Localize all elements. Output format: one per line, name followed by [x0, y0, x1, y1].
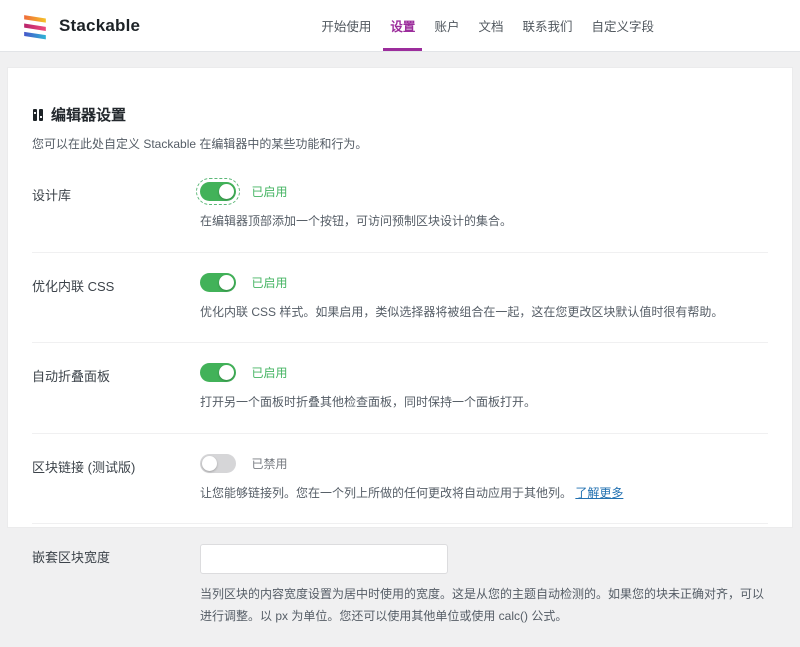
status-badge: 已禁用 — [251, 456, 288, 471]
setting-control: 已启用 在编辑器顶部添加一个按钮，可访问预制区块设计的集合。 — [196, 178, 768, 233]
setting-row-design-library: 设计库 已启用 在编辑器顶部添加一个按钮，可访问预制区块设计的集合。 — [32, 162, 768, 253]
nav-item-settings[interactable]: 设置 — [383, 0, 423, 51]
setting-label: 嵌套区块宽度 — [32, 550, 111, 566]
setting-control: 已启用 优化内联 CSS 样式。如果启用，类似选择器将被组合在一起，这在您更改区… — [200, 272, 768, 324]
design-library-toggle[interactable] — [196, 178, 240, 205]
status-badge: 已启用 — [251, 366, 288, 381]
setting-row-optimize-inline-css: 优化内联 CSS 已启用 优化内联 CSS 样式。如果启用，类似选择器将被组合在… — [32, 253, 768, 344]
setting-description-text: 打开另一个面板时折叠其他检查面板，同时保持一个面板打开。 — [200, 395, 537, 410]
top-bar: Stackable 开始使用 设置 账户 文档 联系我们 自定义字段 — [0, 0, 800, 52]
settings-rows: 设计库 已启用 在编辑器顶部添加一个按钮，可访问预制区块设计的集合。 优化内联 … — [32, 162, 768, 647]
page-head: 编辑器设置 您可以在此处自定义 Stackable 在编辑器中的某些功能和行为。 — [32, 104, 768, 152]
status-badge: 已启用 — [251, 275, 288, 290]
block-linking-toggle[interactable] — [200, 453, 236, 473]
setting-row-block-linking: 区块链接 (测试版) 已禁用 让您能够链接列。您在一个列上所做的任何更改将自动应… — [32, 434, 768, 525]
setting-label: 优化内联 CSS — [32, 278, 115, 294]
toggle-knob — [202, 455, 217, 471]
toggle-knob — [219, 274, 234, 290]
setting-control: 当列区块的内容宽度设置为居中时使用的宽度。这是从您的主题自动检测的。如果您的块未… — [200, 544, 768, 627]
setting-row-nested-block-width: 嵌套区块宽度 当列区块的内容宽度设置为居中时使用的宽度。这是从您的主题自动检测的… — [32, 524, 768, 646]
page-title: 编辑器设置 — [32, 104, 768, 125]
setting-description-text: 让您能够链接列。您在一个列上所做的任何更改将自动应用于其他列。 — [200, 485, 573, 500]
page-subtitle: 您可以在此处自定义 Stackable 在编辑器中的某些功能和行为。 — [32, 137, 368, 151]
page-title-text: 编辑器设置 — [51, 107, 127, 124]
settings-card: 编辑器设置 您可以在此处自定义 Stackable 在编辑器中的某些功能和行为。… — [8, 68, 792, 623]
top-navigation: 开始使用 设置 账户 文档 联系我们 自定义字段 — [321, 0, 654, 51]
setting-description: 让您能够链接列。您在一个列上所做的任何更改将自动应用于其他列。 了解更多 — [200, 483, 768, 505]
setting-description: 优化内联 CSS 样式。如果启用，类似选择器将被组合在一起，这在您更改区块默认值… — [200, 304, 724, 319]
toggle-knob — [219, 184, 234, 199]
sliders-icon — [33, 108, 43, 121]
setting-description: 打开另一个面板时折叠其他检查面板，同时保持一个面板打开。 — [200, 392, 768, 414]
optimize-inline-css-toggle[interactable] — [200, 272, 236, 292]
setting-row-auto-collapse-panels: 自动折叠面板 已启用 打开另一个面板时折叠其他检查面板，同时保持一个面板打开。 — [32, 343, 768, 434]
setting-description: 当列区块的内容宽度设置为居中时使用的宽度。这是从您的主题自动检测的。如果您的块未… — [200, 587, 765, 623]
nav-item-account[interactable]: 账户 — [434, 0, 459, 51]
setting-label: 区块链接 (测试版) — [32, 459, 136, 475]
setting-description: 在编辑器顶部添加一个按钮，可访问预制区块设计的集合。 — [200, 214, 513, 228]
setting-control: 已禁用 让您能够链接列。您在一个列上所做的任何更改将自动应用于其他列。 了解更多 — [200, 453, 768, 505]
setting-label: 自动折叠面板 — [32, 369, 111, 385]
brand-name: Stackable — [59, 15, 141, 35]
nav-item-custom-fields[interactable]: 自定义字段 — [591, 0, 654, 51]
toggle-knob — [219, 365, 234, 381]
auto-collapse-panels-toggle[interactable] — [200, 363, 236, 383]
stackable-logo-icon — [24, 14, 46, 39]
nav-item-docs[interactable]: 文档 — [478, 0, 503, 51]
nav-item-contact[interactable]: 联系我们 — [522, 0, 572, 51]
status-badge: 已启用 — [251, 185, 288, 199]
nav-item-get-started[interactable]: 开始使用 — [321, 0, 371, 51]
nested-block-width-input[interactable] — [200, 544, 448, 575]
setting-label: 设计库 — [32, 188, 72, 203]
learn-more-link[interactable]: 了解更多 — [575, 486, 623, 500]
setting-control: 已启用 打开另一个面板时折叠其他检查面板，同时保持一个面板打开。 — [200, 363, 768, 414]
